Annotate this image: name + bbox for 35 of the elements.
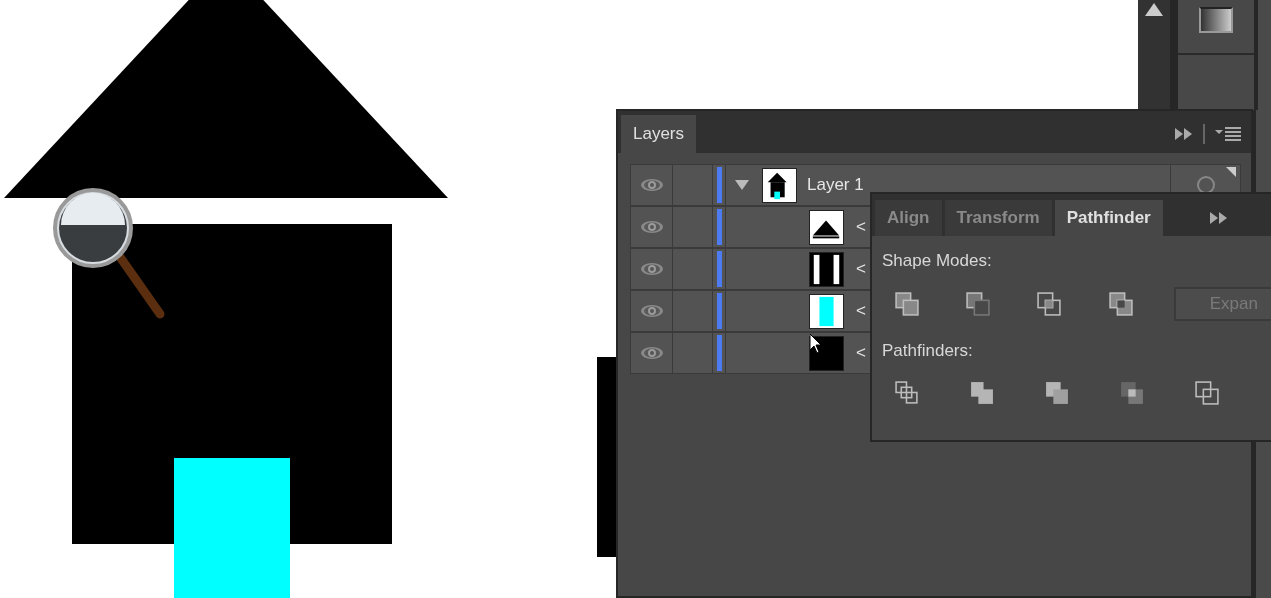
target-icon[interactable] [1195,175,1216,195]
collapse-icon[interactable] [1209,212,1228,224]
layer-name: < [856,342,866,365]
layer-color-bar [716,293,722,329]
layer-thumbnail [809,293,844,329]
expand-triangle-icon[interactable] [735,180,749,190]
layer-name: < [856,258,866,281]
section-label: Pathfinders: [882,340,973,360]
eye-icon[interactable] [639,178,664,192]
eye-icon[interactable] [639,346,664,360]
eye-icon[interactable] [639,220,664,234]
layer-color-bar [716,251,722,287]
corner-triangle-icon [1226,167,1236,177]
layer-name: < [856,216,866,239]
menu-icon[interactable] [1215,127,1241,141]
eye-icon[interactable] [639,304,664,318]
panel-tab[interactable]: Pathfinder [1054,200,1163,236]
panel-tab[interactable]: Layers [621,115,697,153]
eye-icon[interactable] [639,262,664,276]
magnifier-icon [52,187,166,320]
layer-color-bar [716,335,722,371]
layer-name: Layer 1 [807,174,864,197]
collapse-icon[interactable] [1175,128,1193,140]
gradient-swatch[interactable] [1199,7,1233,33]
panel-tab[interactable]: Align [875,200,942,236]
layer-color-bar [716,167,722,203]
panel-tab[interactable]: Transform [944,200,1052,236]
scroll-up-icon[interactable] [1145,3,1163,16]
layer-thumbnail [809,209,844,245]
layer-thumbnail [809,251,844,287]
cursor-icon [810,334,822,354]
layer-name: < [856,300,866,323]
layer-color-bar [716,209,722,245]
section-label: Shape Modes: [882,251,992,270]
layer-thumbnail [762,167,797,203]
